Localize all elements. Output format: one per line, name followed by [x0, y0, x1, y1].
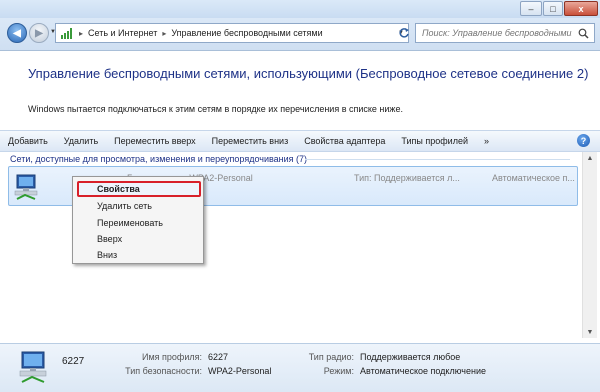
back-button[interactable]: ◀ [7, 23, 27, 43]
address-bar[interactable]: ▸ Сеть и Интернет ▸ Управление беспровод… [55, 23, 409, 43]
vertical-scrollbar[interactable]: ▲ ▼ [582, 152, 597, 338]
breadcrumb-separator-icon: ▸ [79, 28, 84, 38]
menu-item-move-down[interactable]: Вниз [97, 250, 117, 260]
group-header[interactable]: Сети, доступные для просмотра, изменения… [10, 154, 307, 164]
info-text: Windows пытается подключаться к этим сет… [28, 104, 403, 114]
context-menu: Свойства Удалить сеть Переименовать Ввер… [72, 176, 204, 264]
group-divider [305, 159, 570, 160]
breadcrumb-item[interactable]: Управление беспроводными сетями [171, 28, 322, 38]
move-down-button[interactable]: Переместить вниз [204, 136, 297, 146]
breadcrumb-item[interactable]: Сеть и Интернет [88, 28, 157, 38]
mode-label: Режим: [323, 366, 354, 376]
menu-item-delete-network[interactable]: Удалить сеть [97, 201, 152, 211]
wireless-network-icon [14, 174, 38, 200]
search-box[interactable] [415, 23, 595, 43]
title-bar: – □ x [0, 0, 600, 18]
address-row: ◀ ▶ ▼ ▸ Сеть и Интернет ▸ Управление бес… [0, 18, 600, 51]
forward-arrow-icon: ▶ [35, 27, 43, 39]
scroll-up-icon[interactable]: ▲ [583, 152, 597, 164]
profile-types-button[interactable]: Типы профилей [393, 136, 476, 146]
command-toolbar: Добавить Удалить Переместить вверх Перем… [0, 130, 600, 152]
profile-name-label: Имя профиля: [142, 352, 202, 362]
minimize-icon: – [528, 3, 534, 14]
help-icon[interactable]: ? [577, 134, 590, 147]
mode-cell: Автоматическое п... [492, 173, 575, 183]
page-title: Управление беспроводными сетями, использ… [28, 66, 589, 81]
back-arrow-icon: ◀ [13, 27, 21, 39]
more-commands-button[interactable]: » [476, 136, 497, 146]
maximize-button[interactable]: □ [543, 1, 563, 16]
mode-value: Автоматическое подключение [360, 366, 486, 376]
menu-item-rename[interactable]: Переименовать [97, 218, 163, 228]
radio-type-value: Поддерживается любое [360, 352, 461, 362]
network-icon [61, 28, 72, 39]
close-icon: x [578, 3, 584, 14]
refresh-icon [399, 28, 409, 38]
close-button[interactable]: x [564, 1, 598, 16]
refresh-button[interactable] [398, 27, 410, 39]
radio-type-cell: Тип: Поддерживается л... [354, 173, 460, 183]
details-network-name: 6227 [62, 356, 85, 367]
security-type-label: Тип безопасности: [125, 366, 202, 376]
maximize-icon: □ [550, 3, 556, 14]
minimize-button[interactable]: – [520, 1, 542, 16]
security-type-value: WPA2-Personal [208, 366, 272, 376]
add-button[interactable]: Добавить [0, 136, 56, 146]
search-input[interactable] [420, 27, 574, 39]
wireless-network-icon [19, 351, 47, 383]
search-icon [578, 28, 589, 39]
move-up-button[interactable]: Переместить вверх [106, 136, 204, 146]
details-pane: 6227 Имя профиля: 6227 Тип безопасности:… [0, 343, 600, 392]
radio-type-label: Тип радио: [308, 352, 354, 362]
remove-button[interactable]: Удалить [56, 136, 106, 146]
menu-item-move-up[interactable]: Вверх [97, 234, 122, 244]
forward-button[interactable]: ▶ [29, 23, 49, 43]
breadcrumb-separator-icon: ▸ [162, 28, 167, 38]
menu-item-properties[interactable]: Свойства [97, 184, 140, 194]
profile-name-value: 6227 [208, 352, 229, 362]
adapter-properties-button[interactable]: Свойства адаптера [296, 136, 393, 146]
scroll-down-icon[interactable]: ▼ [583, 326, 597, 338]
